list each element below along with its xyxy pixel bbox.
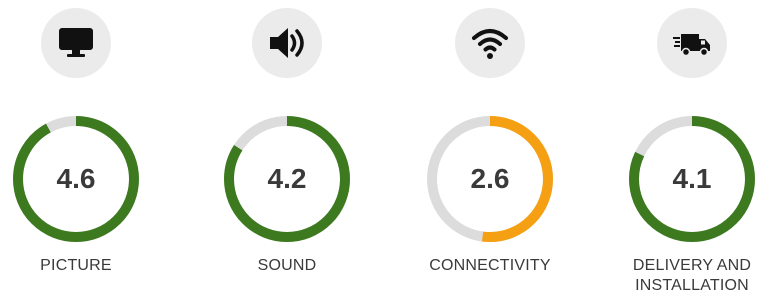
rating-item-connectivity: 2.6 CONNECTIVITY: [415, 0, 565, 303]
rating-icon-badge: [252, 8, 322, 78]
wifi-icon: [472, 29, 508, 59]
rating-label: PICTURE: [40, 257, 112, 274]
rating-score: 2.6: [470, 163, 510, 194]
rating-label: CONNECTIVITY: [429, 257, 551, 274]
rating-icon-badge: [657, 8, 727, 78]
speaker-icon: [270, 28, 304, 58]
rating-score: 4.6: [56, 163, 96, 194]
rating-gauge: 4.6: [11, 114, 141, 244]
rating-gauge: 4.2: [222, 114, 352, 244]
rating-item-sound: 4.2 SOUND: [212, 0, 362, 303]
rating-icon-badge: [455, 8, 525, 78]
rating-label: DELIVERY AND INSTALLATION: [632, 257, 752, 294]
rating-gauge: 4.1: [627, 114, 757, 244]
rating-item-picture: 4.6 PICTURE: [1, 0, 151, 303]
delivery-truck-icon: [673, 34, 710, 57]
rating-score: 4.1: [672, 163, 712, 194]
rating-gauge: 2.6: [425, 114, 555, 244]
rating-item-delivery: 4.1 DELIVERY AND INSTALLATION: [617, 0, 767, 303]
monitor-icon: [59, 28, 93, 57]
rating-score: 4.2: [267, 163, 307, 194]
rating-label: SOUND: [257, 257, 317, 274]
rating-icon-badge: [41, 8, 111, 78]
